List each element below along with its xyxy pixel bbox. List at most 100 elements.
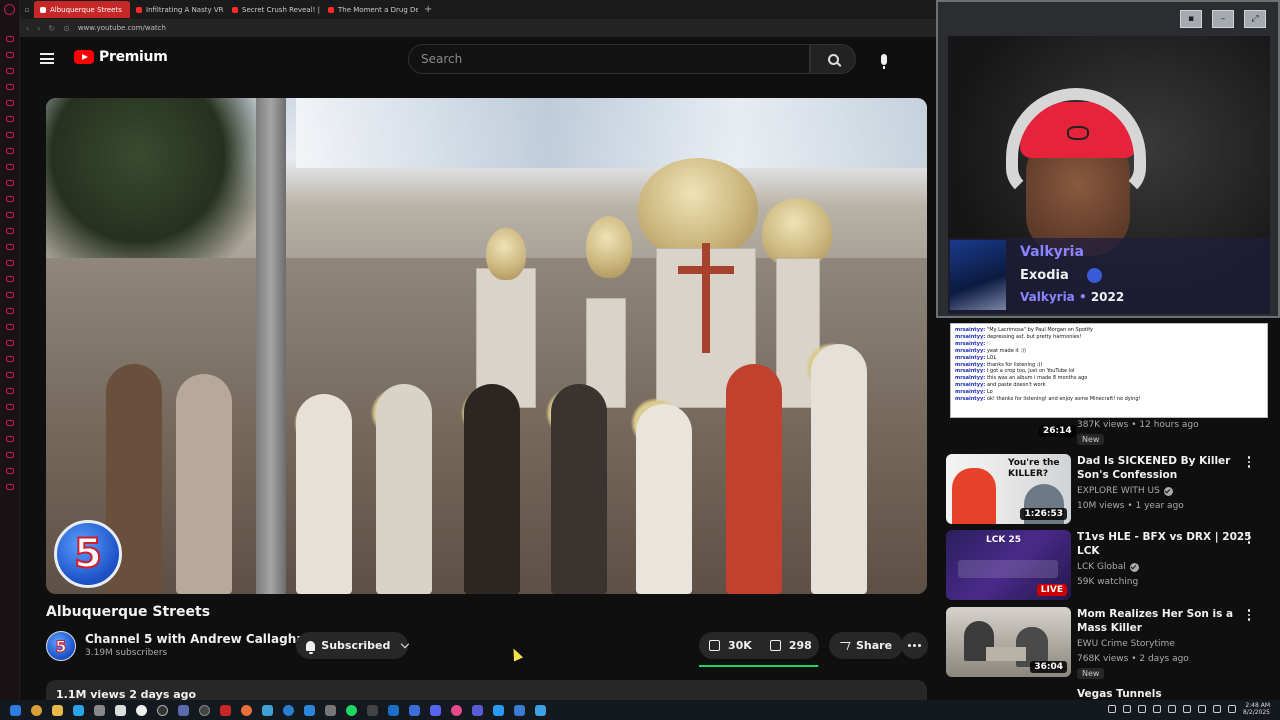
recommendation-menu-icon[interactable] — [1247, 456, 1250, 468]
tab-albuquerque-streets[interactable]: Albuquerque Streets — [34, 1, 130, 18]
sidebar-app-icon[interactable] — [5, 356, 14, 362]
dislike-button[interactable]: 298 — [760, 632, 820, 659]
next-recommendation-title[interactable]: Vegas Tunnels — [1077, 688, 1162, 700]
tray-app-icon[interactable] — [1168, 705, 1177, 713]
recommendation-item[interactable]: You're the KILLER? 1:26:53 Dad Is SICKEN… — [946, 454, 1280, 524]
taskbar-app-icon[interactable] — [367, 704, 378, 716]
youtube-premium-logo[interactable]: Premium — [74, 49, 168, 65]
tray-app-icon[interactable] — [1123, 705, 1132, 713]
tray-chevron-icon[interactable] — [1108, 705, 1117, 713]
taskbar-app-icon[interactable] — [283, 704, 294, 716]
tab-infiltrating[interactable]: Infiltrating A Nasty VR Ch — [130, 1, 226, 18]
sidebar-app-icon[interactable] — [5, 436, 14, 442]
recommendation-menu-icon[interactable] — [1247, 532, 1250, 544]
sidebar-app-icon[interactable] — [5, 276, 14, 282]
tab-secret-crush[interactable]: Secret Crush Reveal! | Je — [226, 1, 322, 18]
taskbar-app-icon[interactable] — [94, 704, 105, 716]
sidebar-app-icon[interactable] — [5, 212, 14, 218]
system-clock[interactable]: 2:48 AM 8/2/2025 — [1243, 702, 1270, 716]
sidebar-app-icon[interactable] — [5, 164, 14, 170]
sidebar-app-icon[interactable] — [5, 420, 14, 426]
subscribed-button[interactable]: Subscribed — [296, 632, 410, 659]
tab-drug-dealer[interactable]: The Moment a Drug Dea — [322, 1, 418, 18]
fullscreen-window-icon[interactable]: ⤢ — [1244, 10, 1266, 28]
video-player[interactable]: 5 — [46, 98, 927, 594]
discord-icon[interactable] — [430, 704, 441, 716]
recommendation-item[interactable]: LCK 25 LIVE T1vs HLE - BFX vs DRX | 2025… — [946, 530, 1280, 600]
taskbar-app-icon[interactable] — [262, 704, 273, 716]
channel-avatar[interactable]: 5 — [46, 631, 76, 661]
taskbar-app-icon[interactable] — [136, 704, 147, 716]
taskbar-app-icon[interactable] — [409, 704, 420, 716]
recommendation-channel[interactable]: EWU Crime Storytime — [1077, 639, 1175, 649]
recommendation-thumbnail[interactable]: You're the KILLER? 1:26:53 — [946, 454, 1071, 524]
channel-name[interactable]: Channel 5 with Andrew Callaghan — [85, 632, 326, 646]
back-arrow-icon[interactable]: ‹ — [26, 24, 29, 33]
sidebar-app-icon[interactable] — [5, 308, 14, 314]
recommendation-item[interactable]: 36:04 Mom Realizes Her Son is a Mass Kil… — [946, 607, 1280, 679]
reload-icon[interactable]: ↻ — [48, 24, 55, 33]
file-explorer-icon[interactable] — [52, 704, 63, 716]
start-windows-icon[interactable] — [10, 704, 21, 716]
search-input[interactable] — [421, 52, 809, 66]
obs-icon[interactable] — [199, 704, 210, 716]
sidebar-app-icon[interactable] — [5, 180, 14, 186]
hamburger-menu-icon[interactable] — [40, 53, 54, 64]
recommendation-thumbnail[interactable]: 36:04 — [946, 607, 1071, 677]
tray-app-icon[interactable] — [1183, 705, 1192, 713]
sidebar-app-icon[interactable] — [5, 372, 14, 378]
tray-app-icon[interactable] — [1138, 705, 1147, 713]
sidebar-app-icon[interactable] — [5, 132, 14, 138]
tray-app-icon[interactable] — [1153, 705, 1162, 713]
firefox-icon[interactable] — [241, 704, 252, 716]
new-tab-plus-icon[interactable]: + — [418, 4, 438, 15]
browser-taskbar-icon[interactable] — [220, 704, 231, 716]
more-actions-button[interactable] — [901, 632, 928, 659]
taskbar-app-icon[interactable] — [325, 704, 336, 716]
sidebar-app-icon[interactable] — [5, 292, 14, 298]
tab-list-icon[interactable]: ▫ — [20, 0, 34, 19]
sidebar-app-icon[interactable] — [5, 116, 14, 122]
spotify-icon[interactable] — [346, 704, 357, 716]
site-info-icon[interactable]: ⊙ — [63, 24, 70, 33]
taskbar-app-icon[interactable] — [493, 704, 504, 716]
sidebar-app-icon[interactable] — [5, 228, 14, 234]
edge-browser-icon[interactable] — [73, 704, 84, 716]
forward-arrow-icon[interactable]: › — [37, 24, 40, 33]
taskbar-app-icon[interactable] — [115, 704, 126, 716]
taskbar-app-icon[interactable] — [472, 704, 483, 716]
github-icon[interactable] — [157, 704, 168, 716]
taskbar-app-icon[interactable] — [178, 704, 189, 716]
recommendation-title[interactable]: Mom Realizes Her Son is a Mass Killer — [1077, 607, 1252, 635]
pin-window-icon[interactable]: ▪ — [1180, 10, 1202, 28]
sidebar-app-icon[interactable] — [5, 260, 14, 266]
wifi-icon[interactable] — [1213, 705, 1222, 713]
voice-search-button[interactable] — [868, 44, 900, 74]
sidebar-app-icon[interactable] — [5, 148, 14, 154]
sidebar-app-icon[interactable] — [5, 468, 14, 474]
volume-icon[interactable] — [1228, 705, 1237, 713]
search-button[interactable] — [810, 44, 856, 74]
taskbar-app-icon[interactable] — [388, 704, 399, 716]
browser-menu-icon[interactable] — [4, 4, 15, 15]
sidebar-app-icon[interactable] — [5, 244, 14, 250]
sidebar-app-icon[interactable] — [5, 68, 14, 74]
sidebar-app-icon[interactable] — [5, 484, 14, 490]
sidebar-app-icon[interactable] — [5, 36, 14, 42]
sidebar-app-icon[interactable] — [5, 404, 14, 410]
recommendation-channel[interactable]: LCK Global — [1077, 562, 1139, 572]
recommendation-thumbnail[interactable]: LCK 25 LIVE — [946, 530, 1071, 600]
recommendation-title[interactable]: T1vs HLE - BFX vs DRX | 2025 LCK — [1077, 530, 1252, 558]
taskbar-app-icon[interactable] — [31, 704, 42, 716]
taskbar-app-icon[interactable] — [514, 704, 525, 716]
url-text[interactable]: www.youtube.com/watch — [78, 24, 166, 32]
sidebar-app-icon[interactable] — [5, 340, 14, 346]
sidebar-app-icon[interactable] — [5, 324, 14, 330]
channel-watermark[interactable]: 5 — [54, 520, 122, 588]
minimize-window-icon[interactable]: – — [1212, 10, 1234, 28]
sidebar-app-icon[interactable] — [5, 452, 14, 458]
sidebar-app-icon[interactable] — [5, 84, 14, 90]
like-button[interactable]: 30K — [699, 632, 760, 659]
sidebar-app-icon[interactable] — [5, 388, 14, 394]
share-button[interactable]: Share — [829, 632, 903, 659]
